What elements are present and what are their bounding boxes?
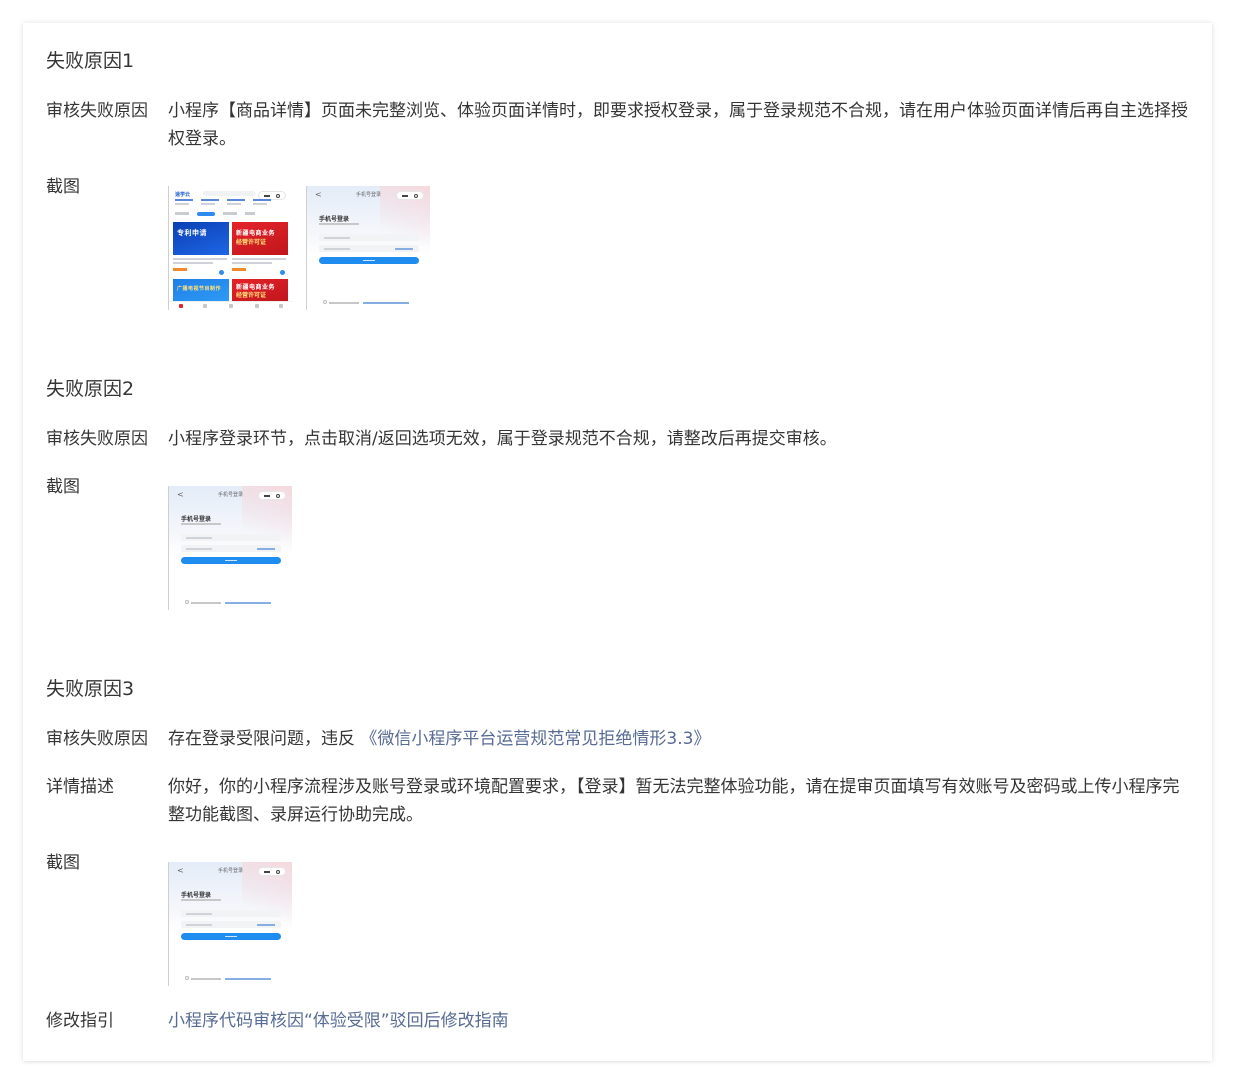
thumb-home-header: 速学云 (169, 186, 292, 216)
thumb-login-button (319, 257, 419, 264)
thumb-capsule-icon (258, 867, 286, 876)
thumb-tab-bar (169, 301, 292, 310)
thumb-agreement (323, 300, 409, 304)
thumb-search-bar (203, 191, 255, 196)
platform-rules-link[interactable]: 《微信小程序平台运营规范常见拒绝情形3.3》 (360, 729, 710, 749)
thumb-login-heading: 手机号登录 (181, 516, 212, 523)
label-screenshot-3: 截图 (46, 853, 80, 873)
label-review-reason-3: 审核失败原因 (46, 729, 148, 749)
section-title-2: 失败原因2 (46, 378, 135, 400)
thumb-agreement (185, 976, 271, 980)
thumb-code-input (319, 245, 419, 252)
section-title-1: 失败原因1 (46, 50, 135, 72)
thumb-home-logo: 速学云 (175, 192, 191, 198)
review-reason-3-text: 存在登录受限问题，违反 (168, 729, 355, 749)
thumb-category-row (175, 199, 279, 207)
thumb-capsule-icon (396, 191, 424, 200)
label-review-reason-2: 审核失败原因 (46, 429, 148, 449)
section-title-3: 失败原因3 (46, 678, 135, 700)
label-screenshot-1: 截图 (46, 177, 80, 197)
label-detail-description: 详情描述 (46, 777, 114, 797)
thumb-code-input (181, 545, 281, 552)
thumb-phone-input (181, 910, 281, 917)
thumb-code-input (181, 921, 281, 928)
thumb-phone-input (181, 534, 281, 541)
value-review-reason-3: 存在登录受限问题，违反 《微信小程序平台运营规范常见拒绝情形3.3》 (168, 725, 1188, 753)
thumb-product-card-3: 广播电视节目制作 (173, 279, 229, 301)
modification-guide-link[interactable]: 小程序代码审核因“体验受限”驳回后修改指南 (168, 1011, 509, 1031)
thumb-product-card-2: 新疆电商业务 经营许可证 (232, 222, 288, 255)
screenshot-thumbnail-login-2[interactable]: < 手机号登录 手机号登录 (168, 486, 292, 610)
value-modification-guide: 小程序代码审核因“体验受限”驳回后修改指南 (168, 1007, 1188, 1035)
label-screenshot-2: 截图 (46, 477, 80, 497)
thumb-login-heading: 手机号登录 (319, 216, 350, 223)
screenshot-thumbnail-login-3[interactable]: < 手机号登录 手机号登录 (168, 862, 292, 986)
screenshot-thumbnail-login-1[interactable]: < 手机号登录 手机号登录 (306, 186, 430, 310)
value-detail-description: 你好，你的小程序流程涉及账号登录或环境配置要求，【登录】暂无法完整体验功能，请在… (168, 777, 1180, 825)
thumb-phone-input (319, 234, 419, 241)
thumb-home-tabs (175, 212, 285, 216)
screenshot-thumbnail-home[interactable]: 速学云 专利申请 新疆电商业务 经营许可证 广播电视节目制作 新疆电商业务 经营… (168, 186, 292, 310)
thumb-product-card-4: 新疆电商业务 经营许可证 (232, 279, 288, 301)
review-result-card: 失败原因1 审核失败原因 小程序【商品详情】页面未完整浏览、体验页面详情时，即要… (23, 23, 1212, 1061)
label-modification-guide: 修改指引 (46, 1011, 114, 1031)
thumb-product-card-1: 专利申请 (173, 222, 229, 255)
value-review-reason-1: 小程序【商品详情】页面未完整浏览、体验页面详情时，即要求授权登录，属于登录规范不… (168, 101, 1188, 149)
value-review-reason-2: 小程序登录环节，点击取消/返回选项无效，属于登录规范不合规，请整改后再提交审核。 (168, 429, 837, 449)
thumb-agreement (185, 600, 271, 604)
label-review-reason-1: 审核失败原因 (46, 101, 148, 121)
thumb-login-heading: 手机号登录 (181, 892, 212, 899)
thumb-login-button (181, 933, 281, 940)
thumb-login-button (181, 557, 281, 564)
thumb-capsule-icon (258, 491, 286, 500)
